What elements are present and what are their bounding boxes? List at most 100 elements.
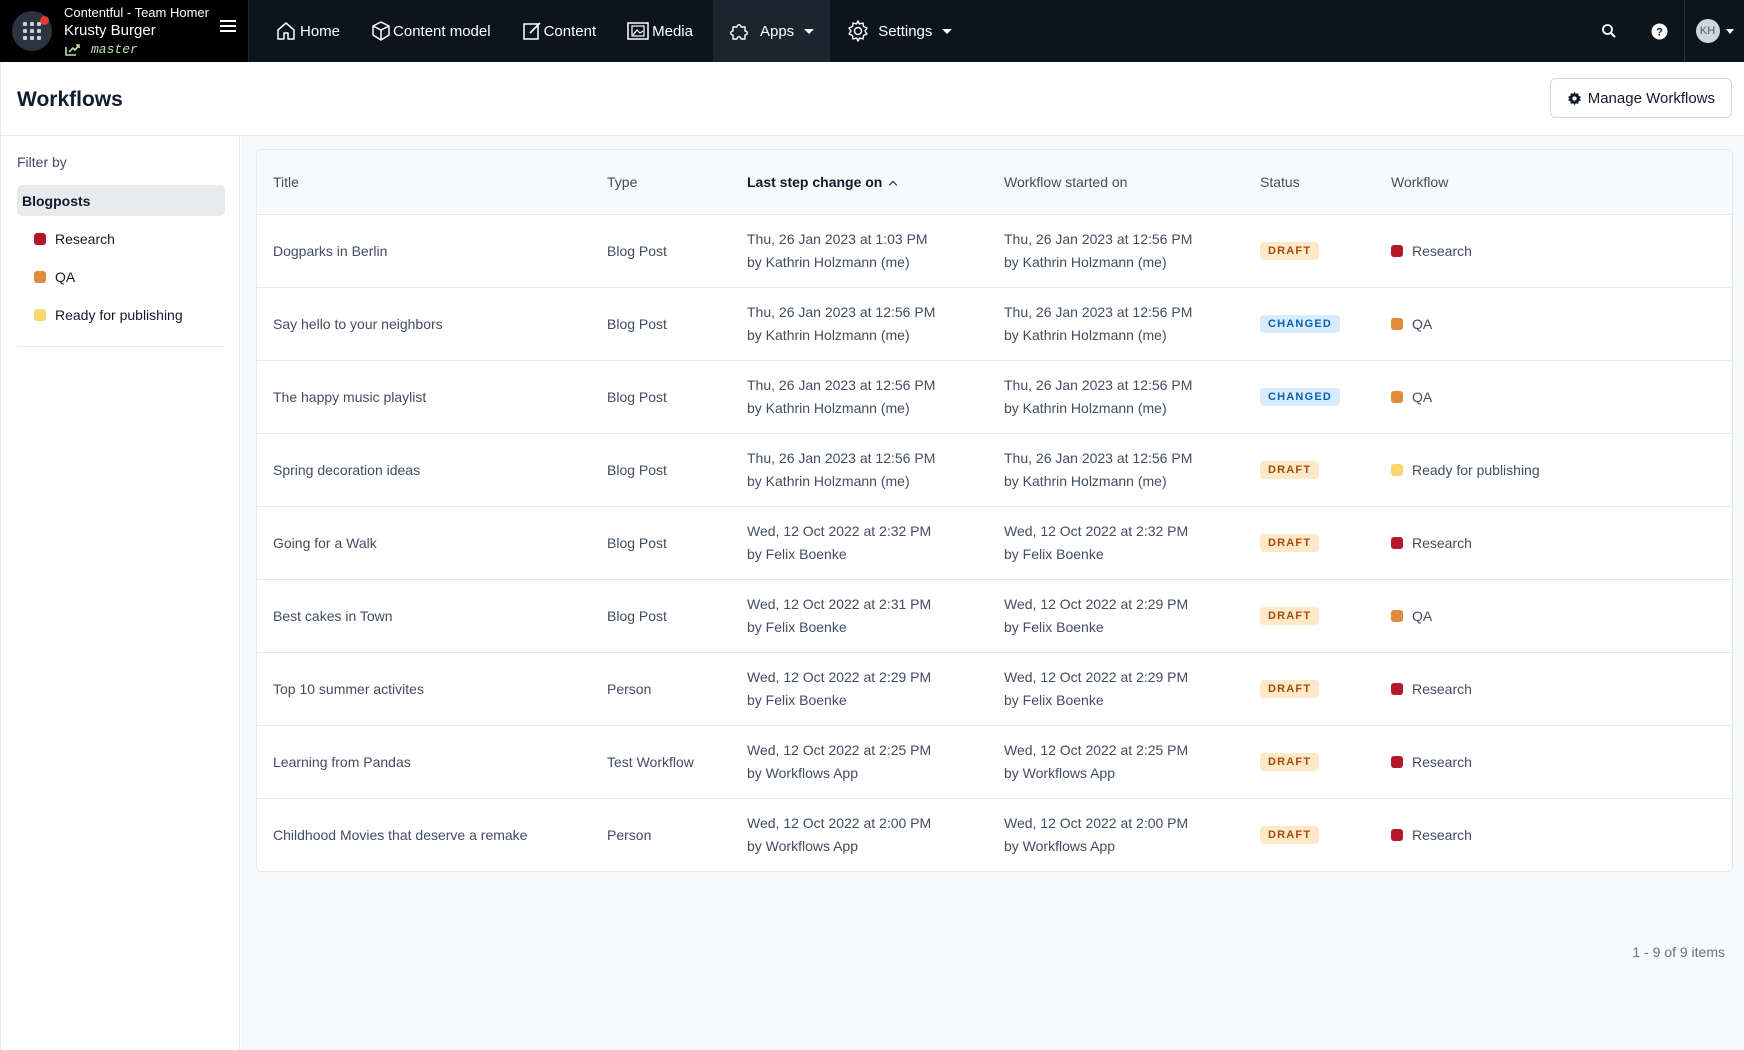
entry-type: Blog Post — [607, 388, 667, 405]
last-step-date: Thu, 26 Jan 2023 at 12:56 PM — [747, 449, 936, 466]
table-row[interactable]: Dogparks in Berlin Blog Post Thu, 26 Jan 2… — [257, 214, 1732, 287]
color-swatch — [34, 271, 46, 283]
started-date: Thu, 26 Jan 2023 at 12:56 PM — [1004, 303, 1193, 320]
table-row[interactable]: Learning from Pandas Test Workflow Wed, 12… — [257, 725, 1732, 798]
table-row[interactable]: Spring decoration ideas Blog Post Thu, 26 … — [257, 433, 1732, 506]
entry-type: Blog Post — [607, 607, 667, 624]
last-step-user: by Felix Boenke — [747, 691, 847, 708]
help-button[interactable]: ? — [1634, 0, 1684, 62]
cell-title[interactable]: Dogparks in Berlin — [257, 214, 591, 287]
column-header-status[interactable]: Status — [1244, 150, 1375, 215]
cell-status: DRAFT — [1244, 725, 1375, 798]
table-row[interactable]: Top 10 summer activites Person Wed, 12 Oct… — [257, 652, 1732, 725]
started-date: Wed, 12 Oct 2022 at 2:00 PM — [1004, 814, 1189, 831]
nav-home[interactable]: Home — [265, 0, 360, 62]
space-name: Krusty Burger — [64, 21, 156, 39]
cell-title[interactable]: Learning from Pandas — [257, 725, 591, 798]
color-swatch — [1391, 244, 1403, 257]
started-date: Wed, 12 Oct 2022 at 2:29 PM — [1004, 668, 1189, 685]
cell-type: Blog Post — [591, 360, 731, 433]
column-header-workflow[interactable]: Workflow — [1375, 150, 1732, 215]
workflow-step: QA — [1412, 607, 1433, 624]
status-badge: DRAFT — [1260, 534, 1320, 552]
column-header-workflow-started[interactable]: Workflow started on — [988, 150, 1244, 215]
nav-media[interactable]: Media — [616, 0, 713, 62]
filter-item-ready-for-publishing[interactable]: Ready for publishing — [17, 296, 225, 334]
nav-settings[interactable]: Settings — [830, 0, 972, 62]
status-badge: DRAFT — [1260, 753, 1320, 771]
color-swatch — [34, 233, 46, 245]
apps-icon — [730, 24, 748, 40]
sort-ascending-icon — [889, 180, 898, 189]
cell-title[interactable]: Top 10 summer activites — [257, 652, 591, 725]
cell-last-step-change: Wed, 12 Oct 2022 at 2:00 PM by Workflows … — [731, 798, 988, 871]
nav-content-model-label: Content model — [393, 22, 491, 40]
pagination-summary: 1 - 9 of 9 items — [1632, 944, 1725, 960]
cell-status: DRAFT — [1244, 433, 1375, 506]
space-switcher[interactable]: Contentful - Team Homer Krusty Burger ma… — [0, 0, 249, 62]
environment-name: master — [91, 42, 138, 57]
status-badge: DRAFT — [1260, 680, 1320, 698]
cell-type: Blog Post — [591, 287, 731, 360]
manage-workflows-button[interactable]: Manage Workflows — [1549, 78, 1732, 118]
filter-item-label: Ready for publishing — [55, 307, 183, 323]
color-swatch — [1391, 755, 1403, 768]
table-header-row: Title Type Last step change on Workflow … — [257, 150, 1732, 215]
last-step-date: Wed, 12 Oct 2022 at 2:32 PM — [747, 522, 932, 539]
column-header-type[interactable]: Type — [591, 150, 731, 215]
status-badge: DRAFT — [1260, 461, 1320, 479]
cell-last-step-change: Wed, 12 Oct 2022 at 2:32 PM by Felix Boen… — [731, 506, 988, 579]
table-row[interactable]: Best cakes in Town Blog Post Wed, 12 Oct 2… — [257, 579, 1732, 652]
chevron-down-icon — [804, 28, 815, 34]
cell-status: DRAFT — [1244, 652, 1375, 725]
cell-title[interactable]: Best cakes in Town — [257, 579, 591, 652]
entry-title: Dogparks in Berlin — [273, 242, 388, 259]
table-row[interactable]: Say hello to your neighbors Blog Post Thu,… — [257, 287, 1732, 360]
main-content: Title Type Last step change on Workflow … — [241, 136, 1744, 1050]
cell-title[interactable]: Childhood Movies that deserve a remake — [257, 798, 591, 871]
filter-item-qa[interactable]: QA — [17, 258, 225, 296]
started-user: by Workflows App — [1004, 837, 1116, 854]
last-step-user: by Kathrin Holzmann (me) — [747, 253, 910, 270]
column-header-last-step-change[interactable]: Last step change on — [731, 150, 988, 215]
color-swatch — [1391, 390, 1403, 403]
status-badge: DRAFT — [1260, 242, 1320, 260]
search-icon — [1602, 24, 1616, 38]
nav-content[interactable]: Content — [511, 0, 617, 62]
cell-title[interactable]: Spring decoration ideas — [257, 433, 591, 506]
nav-settings-label: Settings — [878, 22, 933, 40]
column-header-title[interactable]: Title — [257, 150, 591, 215]
nav-apps[interactable]: Apps — [712, 0, 831, 62]
filter-item-research[interactable]: Research — [17, 220, 225, 258]
menu-icon[interactable] — [220, 20, 236, 35]
search-button[interactable] — [1584, 0, 1634, 62]
table-row[interactable]: Childhood Movies that deserve a remake Pe… — [257, 798, 1732, 871]
nav-content-model[interactable]: Content model — [360, 0, 511, 62]
filter-label: Filter by — [17, 154, 67, 170]
cell-type: Blog Post — [591, 506, 731, 579]
table-row[interactable]: The happy music playlist Blog Post Thu, 26… — [257, 360, 1732, 433]
started-user: by Workflows App — [1004, 764, 1116, 781]
workflow-step: Research — [1412, 680, 1472, 697]
entry-type: Person — [607, 680, 652, 697]
account-menu[interactable]: KH — [1684, 0, 1744, 62]
filter-group-blogposts[interactable]: Blogposts — [17, 185, 225, 216]
cell-workflow-started: Thu, 26 Jan 2023 at 12:56 PM by Kathrin H… — [988, 360, 1244, 433]
entry-type: Blog Post — [607, 315, 667, 332]
cell-type: Blog Post — [591, 579, 731, 652]
cell-type: Blog Post — [591, 433, 731, 506]
last-step-user: by Kathrin Holzmann (me) — [747, 399, 910, 416]
cell-last-step-change: Thu, 26 Jan 2023 at 12:56 PM by Kathrin H… — [731, 360, 988, 433]
table-row[interactable]: Going for a Walk Blog Post Wed, 12 Oct 202… — [257, 506, 1732, 579]
cell-type: Blog Post — [591, 214, 731, 287]
cell-workflow: Research — [1375, 652, 1732, 725]
cell-workflow-started: Thu, 26 Jan 2023 at 12:56 PM by Kathrin H… — [988, 433, 1244, 506]
app-launcher-button[interactable] — [12, 11, 52, 51]
help-icon: ? — [1651, 23, 1667, 39]
last-step-user: by Kathrin Holzmann (me) — [747, 472, 910, 489]
cell-title[interactable]: Say hello to your neighbors — [257, 287, 591, 360]
cell-title[interactable]: Going for a Walk — [257, 506, 591, 579]
workflow-step: Research — [1412, 753, 1472, 770]
gear-icon — [1567, 91, 1581, 105]
cell-title[interactable]: The happy music playlist — [257, 360, 591, 433]
